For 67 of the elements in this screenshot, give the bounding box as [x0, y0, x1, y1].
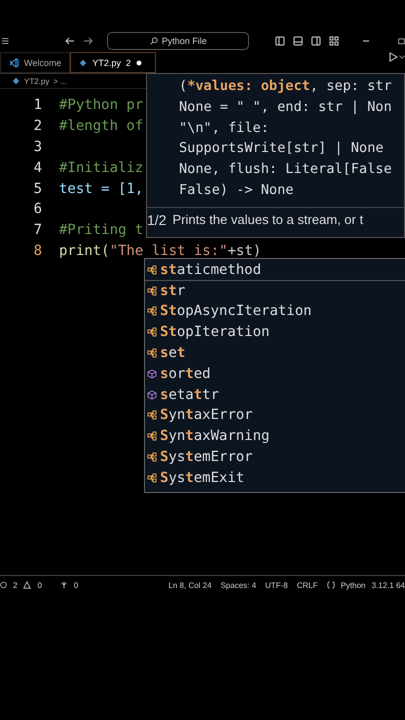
- code-text: #Priting t: [59, 222, 144, 238]
- suggestion-item[interactable]: set: [145, 343, 405, 364]
- run-icon[interactable]: [387, 52, 399, 62]
- warning-icon: [23, 581, 32, 589]
- ports-count[interactable]: 0: [74, 580, 78, 590]
- code-text: test = [1,: [59, 180, 144, 197]
- suggestion-item[interactable]: SyntaxWarning: [145, 426, 405, 448]
- menu-icon[interactable]: [2, 36, 10, 46]
- panel-layout-icon[interactable]: [292, 36, 303, 46]
- class-icon: [147, 327, 157, 338]
- class-icon: [147, 264, 157, 275]
- split-layout-icon[interactable]: [310, 36, 321, 46]
- class-icon: [147, 348, 157, 358]
- cube-icon: [147, 368, 157, 379]
- status-item[interactable]: UTF-8: [265, 580, 288, 590]
- editor-tab[interactable]: YT2.py 2: [70, 52, 156, 73]
- class-icon: [147, 286, 157, 296]
- line-number: 3: [32, 138, 43, 155]
- suggestion-item[interactable]: SystemExit: [145, 468, 405, 489]
- code-text: #Initializ: [59, 160, 144, 176]
- status-item[interactable]: Spaces: 4: [220, 580, 256, 590]
- suggestion-item[interactable]: setattr: [145, 384, 405, 406]
- forward-icon[interactable]: [83, 36, 94, 46]
- line-number: 5: [32, 180, 43, 197]
- line-number: 2: [32, 118, 43, 134]
- status-item[interactable]: Ln 8, Col 24: [168, 580, 212, 590]
- line-number: 8: [32, 242, 43, 259]
- line-number: 7: [32, 222, 43, 238]
- signature-text: (*values: object, sep: str None = " ", end: str | Non "\n", file: SupportsWrite[str] | None None, flush: Literal[False False) -> None: [179, 77, 393, 200]
- class-icon: [147, 306, 157, 316]
- search-field[interactable]: Python File: [107, 32, 250, 50]
- class-icon: [147, 431, 157, 442]
- overload-counter[interactable]: 1/2: [147, 212, 166, 228]
- suggestion-item[interactable]: StopIteration: [145, 322, 405, 344]
- editor-tab[interactable]: Welcome: [0, 52, 70, 73]
- line-number: 6: [32, 201, 43, 218]
- suggestion-item[interactable]: StopAsyncIteration: [145, 302, 405, 322]
- status-item[interactable]: CRLF: [296, 580, 318, 590]
- maximize-icon[interactable]: [398, 36, 405, 46]
- doc-text: Prints the values to a stream, or t: [172, 212, 364, 228]
- back-icon[interactable]: [65, 36, 76, 46]
- suggestion-item[interactable]: staticmethod: [145, 260, 405, 281]
- search-icon: [150, 37, 158, 45]
- line-number: 4: [32, 160, 43, 176]
- code-text: #length of: [59, 118, 144, 134]
- cube-icon: [147, 390, 157, 400]
- code-text: #Python pr: [59, 97, 144, 114]
- error-icon: [0, 581, 7, 589]
- suggestion-item[interactable]: str: [145, 280, 405, 302]
- suggestion-item[interactable]: SystemError: [145, 447, 405, 468]
- grid-layout-icon[interactable]: [328, 36, 339, 46]
- suggestion-item[interactable]: sorted: [145, 364, 405, 385]
- sidebar-layout-icon[interactable]: [274, 36, 285, 46]
- interpreter-version[interactable]: 3.12.1 64: [372, 580, 405, 590]
- breadcrumb-more[interactable]: > ...: [53, 76, 67, 86]
- braces-icon: [326, 581, 335, 589]
- code-text: print("The list is:"+st): [59, 242, 262, 259]
- language-mode[interactable]: Python: [340, 580, 366, 590]
- error-count[interactable]: 2: [13, 580, 18, 590]
- suggestion-item[interactable]: SyntaxError: [145, 406, 405, 426]
- breadcrumb-file[interactable]: YT2.py: [24, 76, 50, 86]
- class-icon: [147, 452, 157, 462]
- class-icon: [147, 472, 157, 483]
- warning-count[interactable]: 0: [37, 580, 42, 590]
- class-icon: [147, 410, 157, 420]
- line-number: 1: [32, 97, 43, 114]
- antenna-icon: [60, 581, 68, 589]
